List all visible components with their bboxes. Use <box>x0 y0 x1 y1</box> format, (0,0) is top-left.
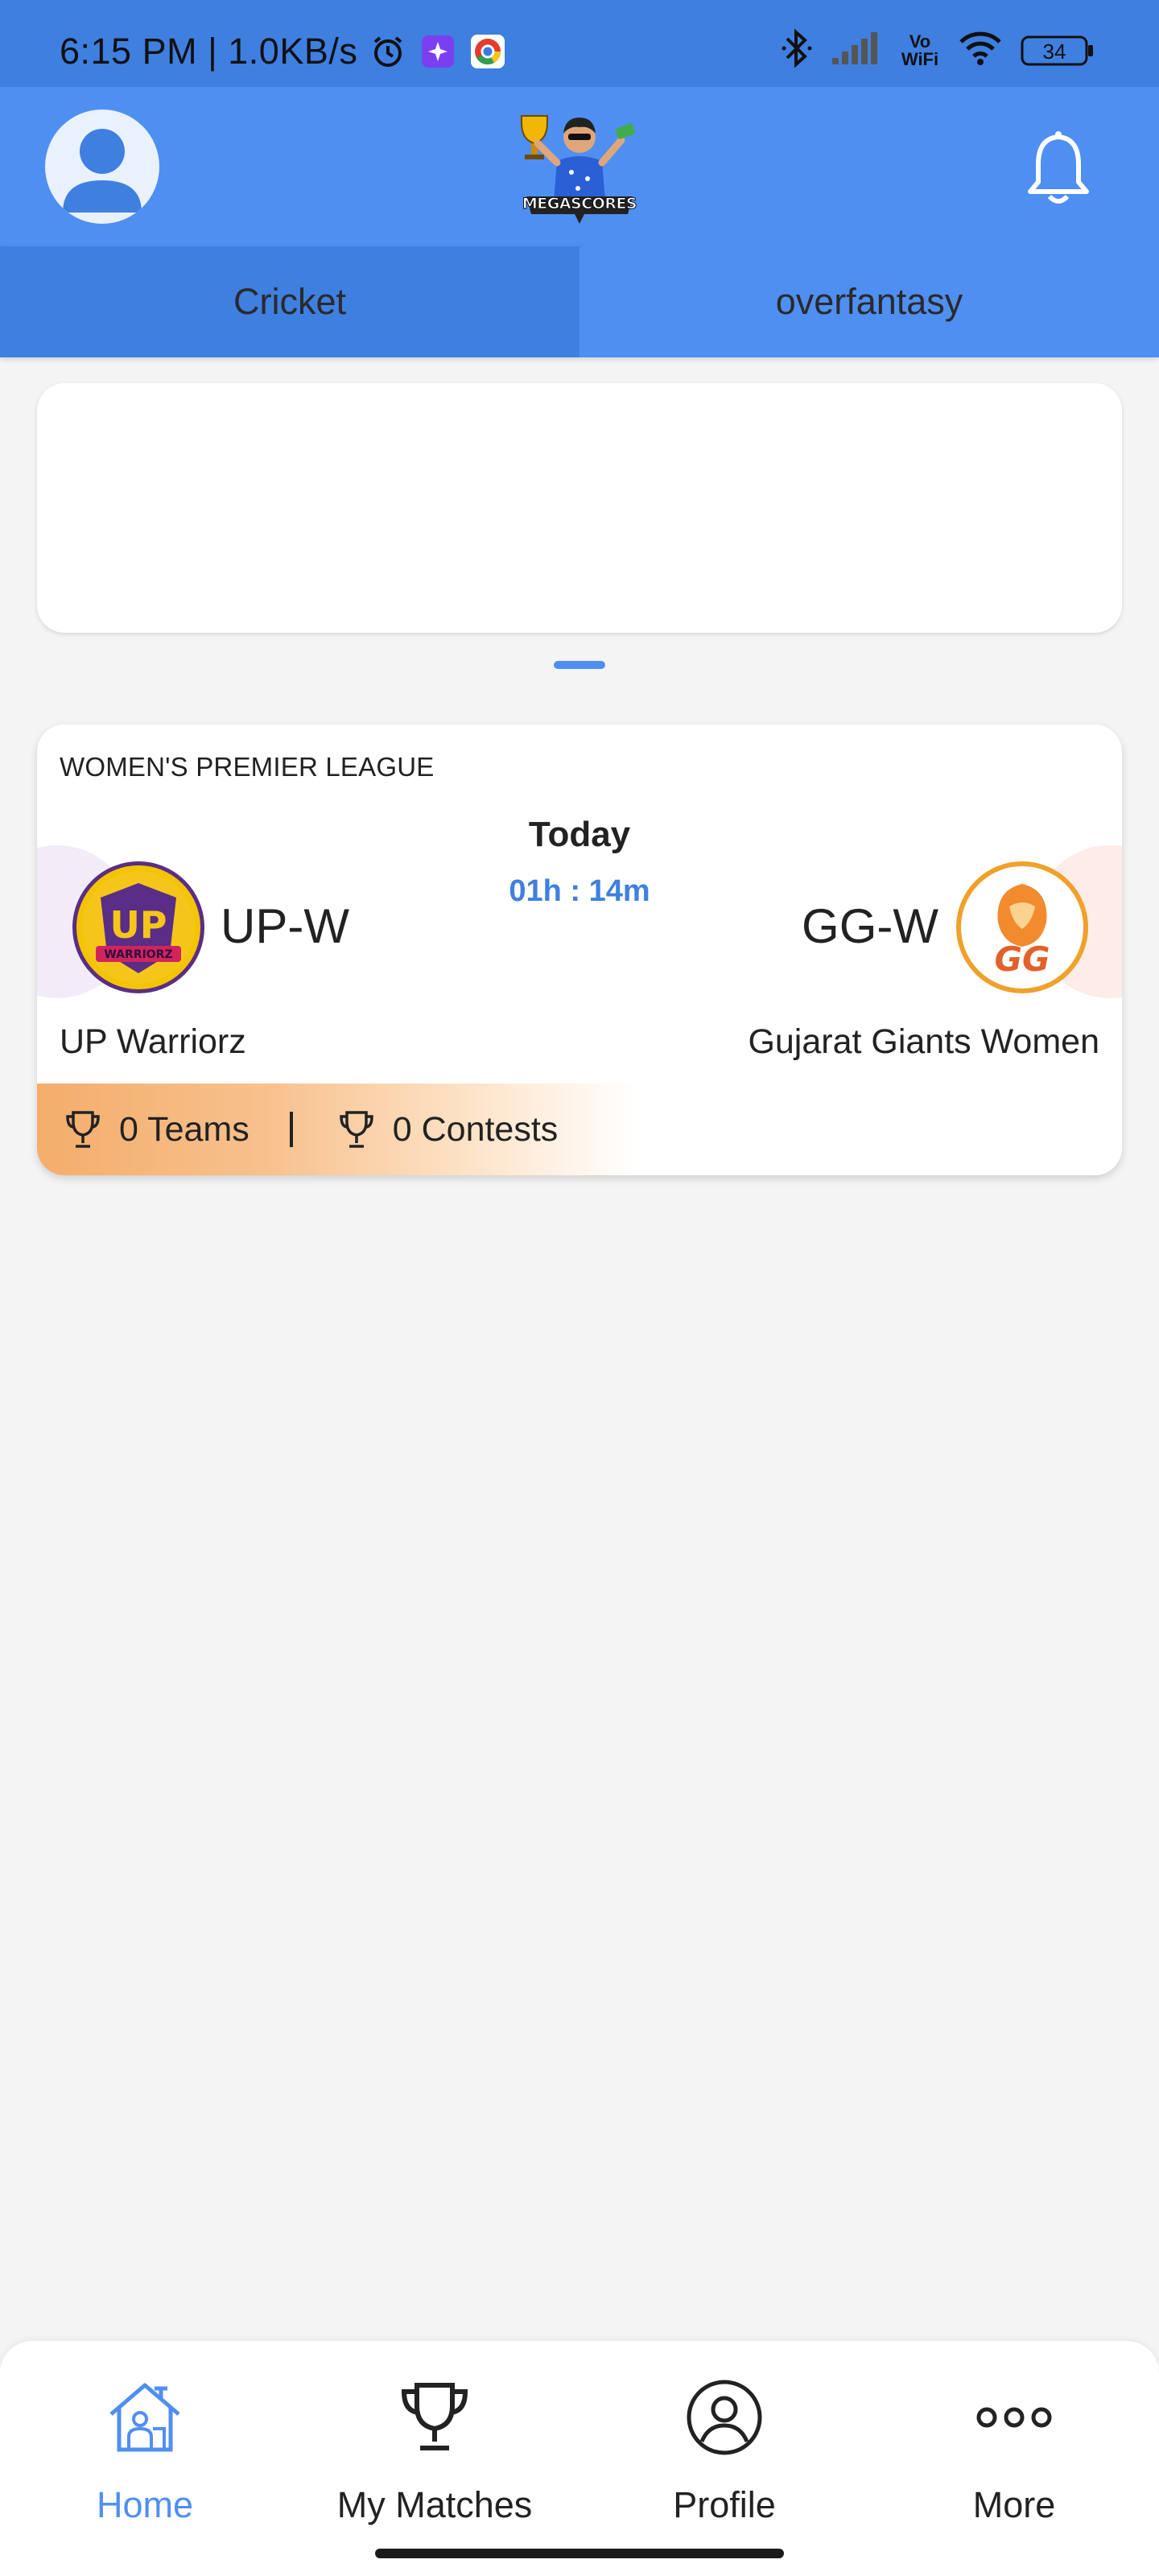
status-right: Vo WiFi 34 <box>781 27 1095 73</box>
notifications-button[interactable] <box>1022 129 1095 209</box>
home-indicator <box>375 2549 784 2558</box>
logo-text: MEGASCORES <box>522 195 637 213</box>
contests-count[interactable]: 0 Contests <box>338 1109 559 1150</box>
nav-my-matches-label: My Matches <box>336 2484 533 2525</box>
sport-tabs: Cricket overfantasy <box>0 246 1159 357</box>
status-left: 6:15 PM | 1.0KB/s <box>60 31 507 72</box>
bell-icon <box>1028 131 1089 204</box>
bluetooth-icon <box>781 27 813 73</box>
away-team-logo-text: GG <box>995 939 1050 979</box>
away-team-logo: GG <box>956 861 1088 993</box>
nav-profile-label: Profile <box>673 2484 776 2525</box>
away-team-code: GG-W <box>802 899 938 953</box>
nav-home-label: Home <box>96 2484 194 2525</box>
more-icon <box>970 2373 1058 2462</box>
nav-profile[interactable]: Profile <box>580 2341 869 2576</box>
trophy-icon <box>339 1111 373 1148</box>
trophy-icon <box>390 2373 479 2462</box>
teams-count[interactable]: 0 Teams <box>64 1109 250 1150</box>
status-time-speed: 6:15 PM | 1.0KB/s <box>60 31 358 72</box>
tab-cricket[interactable]: Cricket <box>0 246 580 357</box>
footer-divider <box>289 1112 293 1147</box>
bottom-navigation: Home My Matches Profile More <box>0 2341 1159 2576</box>
signal-icon <box>831 31 882 70</box>
home-team-logo-subtext: WARRIORZ <box>104 948 172 961</box>
nav-more[interactable]: More <box>869 2341 1159 2576</box>
alarm-icon <box>369 32 407 71</box>
nav-home[interactable]: Home <box>0 2341 290 2576</box>
tab-overfantasy[interactable]: overfantasy <box>580 246 1159 357</box>
home-team-logo: UP WARRIORZ <box>72 861 204 993</box>
battery-icon: 34 <box>1021 35 1095 67</box>
profile-icon <box>680 2373 769 2462</box>
teams-count-label: 0 Teams <box>119 1109 250 1149</box>
home-icon <box>101 2373 189 2462</box>
wifi-icon <box>958 31 1003 70</box>
vowifi-icon: Vo WiFi <box>901 31 939 69</box>
home-team-code: UP-W <box>221 899 349 953</box>
app-header: MEGASCORES <box>0 87 1159 246</box>
trophy-icon <box>66 1111 100 1148</box>
banner-pager-indicator <box>554 661 605 669</box>
away-team-name: Gujarat Giants Women <box>748 1022 1099 1061</box>
match-day: Today <box>528 815 631 854</box>
match-card-footer: 0 Teams 0 Contests <box>37 1084 1122 1175</box>
app-logo: MEGASCORES <box>515 105 644 233</box>
mascot-logo-icon <box>521 115 636 224</box>
home-team-logo-text: UP <box>109 903 167 947</box>
promo-banner[interactable] <box>37 383 1122 633</box>
home-team-name: UP Warriorz <box>60 1022 246 1061</box>
avatar-icon <box>63 129 142 213</box>
avatar[interactable] <box>45 109 159 224</box>
status-bar: 6:15 PM | 1.0KB/s Vo WiFi 34 <box>0 0 1159 87</box>
chrome-icon <box>468 32 507 71</box>
league-name: WOMEN'S PREMIER LEAGUE <box>60 752 435 782</box>
match-card[interactable]: WOMEN'S PREMIER LEAGUE Today 01h : 14m U… <box>37 724 1122 1175</box>
nav-more-label: More <box>972 2484 1056 2525</box>
contests-count-label: 0 Contests <box>392 1109 559 1149</box>
app-notification-icon <box>419 32 457 71</box>
nav-my-matches[interactable]: My Matches <box>290 2341 580 2576</box>
battery-level: 34 <box>1042 39 1066 64</box>
